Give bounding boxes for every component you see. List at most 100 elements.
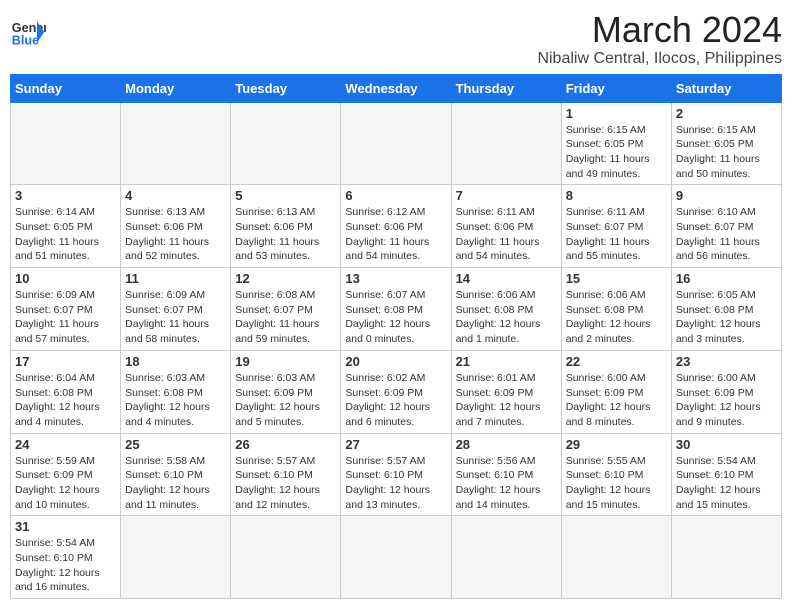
sunrise-text: Sunrise: 6:15 AM <box>566 124 646 136</box>
daylight-text: Daylight: 12 hours and 12 minutes. <box>235 484 320 511</box>
daylight-text: Daylight: 12 hours and 11 minutes. <box>125 484 210 511</box>
day-info: Sunrise: 6:06 AM Sunset: 6:08 PM Daylight:… <box>566 288 667 347</box>
daylight-text: Daylight: 12 hours and 6 minutes. <box>345 401 430 428</box>
day-number: 29 <box>566 437 667 452</box>
sunset-text: Sunset: 6:07 PM <box>566 221 644 233</box>
calendar-day-cell: 26 Sunrise: 5:57 AMSunset: 6:10 PMDayligh… <box>231 433 341 516</box>
weekday-header-sunday: Sunday <box>11 74 121 102</box>
day-number: 5 <box>235 188 336 203</box>
day-info: Sunrise: 5:59 AMSunset: 6:09 PMDaylight:… <box>15 454 116 513</box>
day-number: 19 <box>235 354 336 369</box>
day-number: 12 <box>235 271 336 286</box>
sunset-text: Sunset: 6:06 PM <box>345 221 423 233</box>
calendar-day-cell: 9 Sunrise: 6:10 AMSunset: 6:07 PMDaylight… <box>671 185 781 268</box>
calendar-day-cell: 15Sunrise: 6:06 AMSunset: 6:08 PMDayligh… <box>561 268 671 351</box>
svg-text:Blue: Blue <box>12 34 39 48</box>
sunrise-text: Sunrise: 6:06 AM <box>566 289 646 301</box>
sunrise-text: Sunrise: 6:05 AM <box>676 289 756 301</box>
calendar-day-cell: 25Sunrise: 5:58 AMSunset: 6:10 PMDayligh… <box>121 433 231 516</box>
calendar-day-cell: 2Sunrise: 6:15 AMSunset: 6:05 PMDaylight… <box>671 102 781 185</box>
calendar-day-cell <box>231 102 341 185</box>
sunrise-text: Sunrise: 5:56 AM <box>456 455 536 467</box>
sunrise-text: Sunrise: 6:01 AM <box>456 372 536 384</box>
logo: General Blue <box>10 10 46 50</box>
day-info: Sunrise: 6:09 AMSunset: 6:07 PMDaylight:… <box>15 288 116 347</box>
day-number: 11 <box>125 271 226 286</box>
sunrise-text: Sunrise: 5:57 AM <box>235 455 315 467</box>
day-number: 3 <box>15 188 116 203</box>
day-number: 16 <box>676 271 777 286</box>
day-number: 21 <box>456 354 557 369</box>
day-info: Sunrise: 6:03 AMSunset: 6:09 PMDaylight:… <box>235 371 336 430</box>
sunrise-text: Sunrise: 6:10 AM <box>676 206 756 218</box>
calendar-day-cell: 27 Sunrise: 5:57 AMSunset: 6:10 PMDayligh… <box>341 433 451 516</box>
sunset-text: Sunset: 6:08 PM <box>15 387 93 399</box>
day-number: 9 <box>676 188 777 203</box>
day-number: 6 <box>345 188 446 203</box>
day-number: 30 <box>676 437 777 452</box>
sunset-text: Sunset: 6:08 PM <box>566 304 644 316</box>
calendar-day-cell: 11Sunrise: 6:09 AMSunset: 6:07 PMDayligh… <box>121 268 231 351</box>
sunset-text: Sunset: 6:07 PM <box>125 304 203 316</box>
daylight-text: Daylight: 12 hours and 4 minutes. <box>15 401 100 428</box>
calendar-day-cell: 17Sunrise: 6:04 AMSunset: 6:08 PMDayligh… <box>11 350 121 433</box>
calendar-day-cell: 20Sunrise: 6:02 AMSunset: 6:09 PMDayligh… <box>341 350 451 433</box>
sunrise-text: Sunrise: 6:02 AM <box>345 372 425 384</box>
day-number: 27 <box>345 437 446 452</box>
sunrise-text: Sunrise: 6:09 AM <box>15 289 95 301</box>
day-number: 10 <box>15 271 116 286</box>
sunset-text: Sunset: 6:08 PM <box>456 304 534 316</box>
calendar-day-cell: 31Sunrise: 5:54 AMSunset: 6:10 PMDayligh… <box>11 516 121 599</box>
sunset-text: Sunset: 6:09 PM <box>15 469 93 481</box>
weekday-header-wednesday: Wednesday <box>341 74 451 102</box>
sunset-text: Sunset: 6:10 PM <box>15 552 93 564</box>
day-number: 13 <box>345 271 446 286</box>
sunrise-text: Sunrise: 6:03 AM <box>125 372 205 384</box>
daylight-text: Daylight: 12 hours and 5 minutes. <box>235 401 320 428</box>
sunrise-text: Sunrise: 6:08 AM <box>235 289 315 301</box>
calendar-day-cell <box>341 516 451 599</box>
sunrise-text: Sunrise: 6:11 AM <box>566 206 645 218</box>
calendar-day-cell <box>121 102 231 185</box>
calendar-week-row: 24Sunrise: 5:59 AMSunset: 6:09 PMDayligh… <box>11 433 782 516</box>
title-section: March 2024 Nibaliw Central, Ilocos, Phil… <box>537 10 782 68</box>
day-number: 26 <box>235 437 336 452</box>
day-info: Sunrise: 6:11 AMSunset: 6:07 PMDaylight:… <box>566 205 667 264</box>
sunrise-text: Sunrise: 6:00 AM <box>676 372 756 384</box>
daylight-text: Daylight: 11 hours and 50 minutes. <box>676 153 760 180</box>
calendar-day-cell <box>451 516 561 599</box>
daylight-text: Daylight: 12 hours and 9 minutes. <box>676 401 761 428</box>
calendar-day-cell: 5Sunrise: 6:13 AMSunset: 6:06 PMDaylight… <box>231 185 341 268</box>
day-info: Sunrise: 6:05 AMSunset: 6:08 PMDaylight:… <box>676 288 777 347</box>
calendar-day-cell: 12Sunrise: 6:08 AMSunset: 6:07 PMDayligh… <box>231 268 341 351</box>
day-info: Sunrise: 6:07 AMSunset: 6:08 PMDaylight:… <box>345 288 446 347</box>
day-info: Sunrise: 6:10 AMSunset: 6:07 PMDaylight:… <box>676 205 777 264</box>
daylight-text: Daylight: 12 hours and 16 minutes. <box>15 567 100 594</box>
day-info: Sunrise: 6:06 AMSunset: 6:08 PMDaylight:… <box>456 288 557 347</box>
day-info: Sunrise: 5:57 AMSunset: 6:10 PMDaylight:… <box>345 454 446 513</box>
calendar-table: SundayMondayTuesdayWednesdayThursdayFrid… <box>10 74 782 600</box>
sunset-text: Sunset: 6:10 PM <box>456 469 534 481</box>
day-info: Sunrise: 5:57 AMSunset: 6:10 PMDaylight:… <box>235 454 336 513</box>
calendar-day-cell <box>121 516 231 599</box>
calendar-day-cell: 29 Sunrise: 5:55 AMSunset: 6:10 PMDayligh… <box>561 433 671 516</box>
daylight-text: Daylight: 11 hours and 52 minutes. <box>125 236 209 263</box>
daylight-text: Daylight: 12 hours and 15 minutes. <box>566 484 651 511</box>
sunrise-text: Sunrise: 6:15 AM <box>676 124 756 136</box>
daylight-text: Daylight: 12 hours and 2 minutes. <box>566 318 651 345</box>
daylight-text: Daylight: 12 hours and 10 minutes. <box>15 484 100 511</box>
day-number: 28 <box>456 437 557 452</box>
day-info: Sunrise: 5:54 AMSunset: 6:10 PMDaylight:… <box>15 536 116 595</box>
day-info: Sunrise: 6:01 AMSunset: 6:09 PMDaylight:… <box>456 371 557 430</box>
sunset-text: Sunset: 6:06 PM <box>456 221 534 233</box>
sunset-text: Sunset: 6:10 PM <box>566 469 644 481</box>
calendar-day-cell: 30 Sunrise: 5:54 AMSunset: 6:10 PMDayligh… <box>671 433 781 516</box>
day-info: Sunrise: 5:54 AMSunset: 6:10 PMDaylight:… <box>676 454 777 513</box>
sunset-text: Sunset: 6:08 PM <box>676 304 754 316</box>
day-info: Sunrise: 5:55 AMSunset: 6:10 PMDaylight:… <box>566 454 667 513</box>
calendar-week-row: 3Sunrise: 6:14 AMSunset: 6:05 PMDaylight… <box>11 185 782 268</box>
daylight-text: Daylight: 11 hours and 56 minutes. <box>676 236 760 263</box>
day-info: Sunrise: 6:03 AMSunset: 6:08 PMDaylight:… <box>125 371 226 430</box>
day-number: 22 <box>566 354 667 369</box>
day-number: 7 <box>456 188 557 203</box>
